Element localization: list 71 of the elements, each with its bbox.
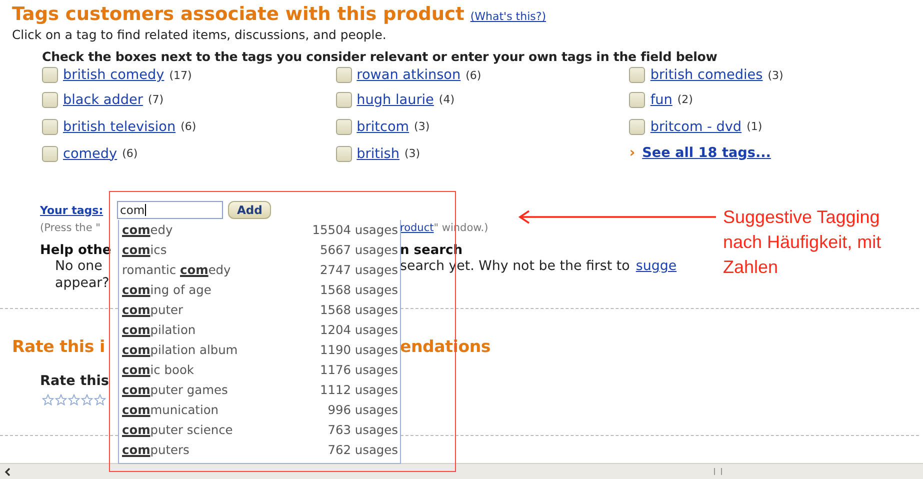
section-title: Rate this i bbox=[12, 337, 105, 356]
tag-checkbox[interactable] bbox=[629, 67, 646, 83]
tag-link[interactable]: comedy bbox=[63, 146, 118, 162]
tag-count: (2) bbox=[677, 93, 693, 106]
suggestion-item[interactable]: communication 996 usages bbox=[119, 400, 400, 420]
rating-label: Rate this bbox=[39, 372, 110, 389]
body-text: appear? bbox=[55, 276, 110, 291]
suggest-link[interactable]: sugge bbox=[636, 259, 677, 274]
suggestion-item[interactable]: comics 5667 usages bbox=[119, 240, 400, 260]
whats-this-link[interactable]: (What's this?) bbox=[470, 10, 546, 23]
tag-count: (6) bbox=[466, 68, 482, 82]
see-all-tags-link[interactable]: See all 18 tags... bbox=[642, 145, 771, 161]
tag-link[interactable]: hugh laurie bbox=[356, 92, 434, 108]
tag-count: (1) bbox=[746, 120, 762, 133]
tag-link[interactable]: british comedies bbox=[650, 67, 763, 83]
tag-checkbox[interactable] bbox=[42, 67, 58, 83]
tag-count: (3) bbox=[414, 120, 430, 133]
annotation-text: Suggestive Tagging nach Häufigkeit, mit Zahlen bbox=[723, 206, 882, 279]
scroll-grip-icon[interactable] bbox=[714, 468, 722, 475]
tag-count: (17) bbox=[169, 68, 192, 82]
suggestion-item[interactable]: comedy 15504 usages bbox=[119, 220, 400, 240]
tag-link[interactable]: british comedy bbox=[63, 67, 164, 83]
tag-count: (6) bbox=[122, 147, 138, 160]
tag-checkbox[interactable] bbox=[336, 92, 352, 108]
product-link[interactable]: roduct bbox=[400, 222, 434, 234]
scroll-left-icon[interactable] bbox=[3, 466, 13, 476]
star-icon[interactable] bbox=[81, 394, 93, 406]
tag-link[interactable]: black adder bbox=[63, 92, 143, 108]
intro-text: Click on a tag to find related items, discussions, and people. bbox=[11, 26, 388, 42]
star-icon[interactable] bbox=[42, 394, 54, 406]
suggestion-item[interactable]: comic book 1176 usages bbox=[119, 360, 400, 380]
tag-link[interactable]: british television bbox=[63, 118, 176, 134]
note-text: (Press the " bbox=[40, 222, 100, 234]
tag-link[interactable]: british bbox=[356, 146, 400, 162]
suggestion-item[interactable]: computer science 763 usages bbox=[119, 420, 400, 440]
suggestion-item[interactable]: coming of age 1568 usages bbox=[119, 280, 400, 300]
tag-checkbox[interactable] bbox=[629, 118, 646, 134]
tag-checkbox[interactable] bbox=[629, 92, 646, 108]
section-title: Tags customers associate with this product bbox=[12, 4, 464, 25]
star-icon[interactable] bbox=[55, 394, 67, 406]
chevron-icon: › bbox=[629, 145, 636, 161]
tag-checkbox[interactable] bbox=[336, 118, 352, 134]
tag-count: (3) bbox=[768, 68, 784, 82]
tag-link[interactable]: fun bbox=[650, 92, 672, 108]
tag-link[interactable]: rowan atkinson bbox=[356, 67, 461, 83]
body-text: No one bbox=[55, 259, 102, 274]
tag-count: (4) bbox=[438, 93, 455, 106]
tag-count: (3) bbox=[404, 147, 420, 160]
tag-checkbox[interactable] bbox=[42, 92, 58, 108]
tag-count: (6) bbox=[180, 120, 196, 133]
star-icon[interactable] bbox=[68, 394, 80, 406]
tag-link[interactable]: britcom - dvd bbox=[650, 118, 742, 134]
tag-link[interactable]: britcom bbox=[356, 118, 410, 134]
suggestion-item[interactable]: computer games 1112 usages bbox=[119, 380, 400, 400]
add-button[interactable]: Add bbox=[228, 201, 272, 219]
instruction-heading: Check the boxes next to the tags you consider relevant or enter your own tags in the field below bbox=[41, 48, 718, 64]
star-icon[interactable] bbox=[94, 394, 106, 406]
suggestion-item[interactable]: computers 762 usages bbox=[119, 440, 400, 460]
tag-checkbox[interactable] bbox=[42, 118, 58, 134]
your-tags-link[interactable]: Your tags: bbox=[40, 204, 117, 216]
tag-checkbox[interactable] bbox=[336, 146, 352, 162]
horizontal-scrollbar[interactable] bbox=[0, 463, 923, 479]
suggestion-item[interactable]: computer 1568 usages bbox=[119, 300, 400, 320]
tag-checkbox[interactable] bbox=[42, 146, 58, 162]
suggestion-item[interactable]: compilation album 1190 usages bbox=[119, 340, 400, 360]
tag-input-field[interactable]: com bbox=[117, 201, 223, 219]
tag-checkbox[interactable] bbox=[336, 67, 352, 83]
suggestion-item[interactable]: compilation 1204 usages bbox=[119, 320, 400, 340]
suggestion-item[interactable]: romantic comedy 2747 usages bbox=[119, 260, 400, 280]
arrow-icon bbox=[518, 210, 718, 224]
tag-count: (7) bbox=[148, 93, 164, 106]
